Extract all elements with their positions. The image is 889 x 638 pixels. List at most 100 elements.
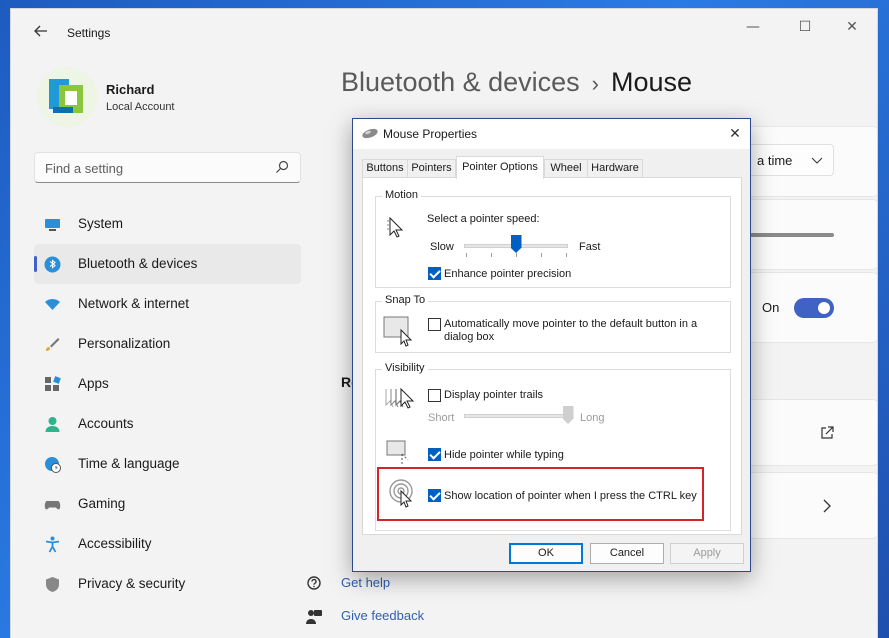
get-help-link[interactable]: Get help <box>307 575 391 590</box>
tab-hardware[interactable]: Hardware <box>587 159 643 178</box>
speed-tick <box>466 253 467 257</box>
title-bar: Settings — ☐ ✕ <box>11 9 877 53</box>
enhance-precision-label: Enhance pointer precision <box>444 268 572 280</box>
cancel-button[interactable]: Cancel <box>590 543 664 564</box>
help-icon <box>307 576 321 590</box>
sidebar-item-label: Personalization <box>78 336 171 351</box>
active-indicator <box>34 256 37 272</box>
toggle-state-label: On <box>762 300 780 315</box>
sidebar-item-accounts[interactable]: Accounts <box>34 404 301 444</box>
scroll-dropdown-value: a time <box>757 153 793 168</box>
minimize-button[interactable]: — <box>738 17 768 37</box>
ok-button[interactable]: OK <box>509 543 583 564</box>
profile-account-type: Local Account <box>106 101 175 113</box>
apply-button[interactable]: Apply <box>670 543 744 564</box>
snap-to-group-label: Snap To <box>382 294 429 306</box>
breadcrumb-parent[interactable]: Bluetooth & devices <box>341 67 580 97</box>
sidebar-item-label: Accounts <box>78 416 134 431</box>
nav-card[interactable] <box>743 472 877 539</box>
sidebar-item-network[interactable]: Network & internet <box>34 284 301 324</box>
sidebar-item-label: Bluetooth & devices <box>78 256 198 271</box>
speed-tick <box>491 253 492 257</box>
snap-to-group: Snap To Automatically move pointer to th… <box>375 294 731 353</box>
avatar[interactable] <box>37 67 97 127</box>
motion-group: Motion Select a pointer speed: Slow Fast… <box>375 189 731 288</box>
snap-to-label-line2: dialog box <box>444 331 495 343</box>
dialog-close-button[interactable]: ✕ <box>720 119 750 149</box>
globe-clock-icon <box>45 457 61 473</box>
get-help-label: Get help <box>341 575 391 590</box>
sidebar-item-time-language[interactable]: Time & language <box>34 444 301 484</box>
profile-name: Richard <box>106 82 155 97</box>
sidebar-item-label: Privacy & security <box>78 576 186 591</box>
snap-to-label: Automatically move pointer to the defaul… <box>444 318 698 330</box>
chevron-right-icon <box>823 499 831 513</box>
feedback-icon <box>306 610 322 624</box>
enhance-precision-checkbox[interactable] <box>428 267 441 280</box>
sidebar-item-personalization[interactable]: Personalization <box>34 324 301 364</box>
snap-to-icon <box>383 316 413 347</box>
maximize-button[interactable]: ☐ <box>790 17 820 37</box>
breadcrumb-separator-icon: › <box>591 71 599 96</box>
monitor-icon <box>45 219 60 231</box>
visibility-group-label: Visibility <box>382 362 428 374</box>
hide-typing-checkbox[interactable] <box>428 448 441 461</box>
page-title: Bluetooth & devices › Mouse <box>341 67 692 98</box>
link-card[interactable] <box>743 399 877 466</box>
sidebar-item-privacy-security[interactable]: Privacy & security <box>34 564 301 604</box>
trail-length-thumb[interactable] <box>562 406 574 424</box>
pointer-speed-thumb[interactable] <box>510 235 522 253</box>
setting-slider[interactable] <box>750 233 834 237</box>
speed-tick <box>516 253 517 257</box>
search-box[interactable]: Find a setting <box>34 152 301 183</box>
sidebar-item-apps[interactable]: Apps <box>34 364 301 404</box>
toggle-setting-card: On <box>743 272 877 343</box>
motion-group-label: Motion <box>382 189 422 201</box>
trail-length-track[interactable] <box>464 414 568 418</box>
speed-label: Select a pointer speed: <box>427 213 540 225</box>
speed-slow-label: Slow <box>430 241 454 253</box>
breadcrumb-current: Mouse <box>610 67 693 97</box>
setting-toggle[interactable] <box>794 298 834 318</box>
search-input[interactable]: Find a setting <box>45 161 123 176</box>
close-button[interactable]: ✕ <box>837 17 867 37</box>
search-icon <box>276 160 289 173</box>
scroll-setting-card: a time <box>743 126 877 197</box>
sidebar-item-gaming[interactable]: Gaming <box>34 484 301 524</box>
annotation-highlight-box <box>377 467 704 521</box>
back-button[interactable] <box>31 23 51 43</box>
sidebar-item-label: Apps <box>78 376 109 391</box>
give-feedback-link[interactable]: Give feedback <box>306 608 425 624</box>
pointer-trails-checkbox[interactable] <box>428 389 441 402</box>
scroll-dropdown[interactable]: a time <box>744 144 834 176</box>
person-icon <box>45 417 60 432</box>
dialog-title-bar: Mouse Properties ✕ <box>353 119 750 149</box>
give-feedback-label: Give feedback <box>341 608 425 623</box>
brush-icon <box>46 338 60 351</box>
tab-wheel[interactable]: Wheel <box>544 159 588 178</box>
sidebar-item-bluetooth[interactable]: Bluetooth & devices <box>34 244 301 284</box>
tab-pointer-options[interactable]: Pointer Options <box>456 156 544 179</box>
speed-tick <box>566 253 567 257</box>
trails-long-label: Long <box>580 412 605 424</box>
slider-setting-card <box>743 199 877 270</box>
sidebar-item-label: Time & language <box>78 456 180 471</box>
arrow-left-icon <box>34 25 47 37</box>
tab-pointers[interactable]: Pointers <box>407 159 456 178</box>
sidebar-item-label: Network & internet <box>78 296 190 311</box>
snap-to-checkbox[interactable] <box>428 318 441 331</box>
sidebar-item-system[interactable]: System <box>34 204 301 244</box>
sidebar-nav: System Bluetooth & devices Network & int… <box>34 204 301 604</box>
speed-tick <box>541 253 542 257</box>
app-title: Settings <box>67 26 111 40</box>
sidebar-item-accessibility[interactable]: Accessibility <box>34 524 301 564</box>
dialog-title: Mouse Properties <box>383 127 478 141</box>
wifi-icon <box>45 299 60 310</box>
tab-buttons[interactable]: Buttons <box>362 159 408 178</box>
gamepad-icon <box>44 501 61 510</box>
hide-pointer-icon <box>386 440 409 466</box>
sidebar-item-label: System <box>78 216 124 231</box>
shield-icon <box>46 577 59 592</box>
accessibility-icon <box>45 536 60 553</box>
pointer-speed-icon <box>387 216 404 238</box>
